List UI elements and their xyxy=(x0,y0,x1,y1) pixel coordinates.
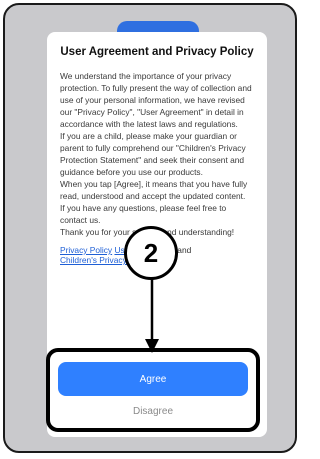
body-paragraph: When you tap [Agree], it means that you … xyxy=(60,179,248,201)
dialog-title: User Agreement and Privacy Policy xyxy=(60,46,254,58)
links-conjunction: and xyxy=(177,245,192,255)
down-arrow-icon xyxy=(145,279,159,353)
agree-button[interactable]: Agree xyxy=(58,362,248,396)
body-paragraph: If you have any questions, please feel f… xyxy=(60,203,227,225)
body-paragraph: If you are a child, please make your gua… xyxy=(60,131,246,177)
step-number-badge: 2 xyxy=(124,226,178,280)
disagree-button[interactable]: Disagree xyxy=(58,400,248,422)
dialog-body: We understand the importance of your pri… xyxy=(60,70,254,238)
body-paragraph: We understand the importance of your pri… xyxy=(60,71,252,129)
button-area-highlight: Agree Disagree xyxy=(46,348,260,432)
privacy-policy-link[interactable]: Privacy Policy xyxy=(60,245,112,255)
